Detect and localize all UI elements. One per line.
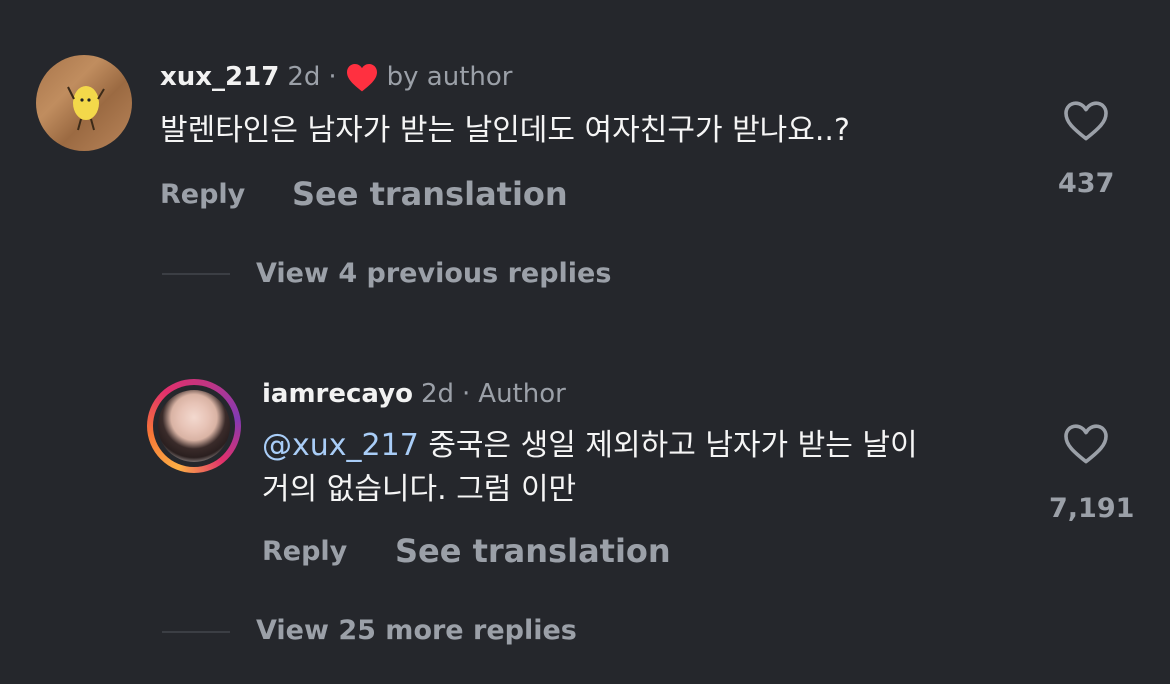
see-translation-button[interactable]: See translation — [292, 175, 568, 213]
separator-dot: · — [328, 62, 337, 92]
heart-outline-icon — [1062, 424, 1110, 469]
comment-header: xux_217 2d · by author — [160, 62, 512, 92]
reply-text-line1: 중국은 생일 제외하고 남자가 받는 날이 — [418, 428, 918, 463]
red-heart-icon — [345, 62, 379, 92]
heart-outline-icon — [1062, 101, 1110, 146]
reply-text: @xux_217 중국은 생일 제외하고 남자가 받는 날이 거의 없습니다. … — [262, 424, 1042, 512]
divider-line — [162, 273, 230, 275]
avatar-iamrecayo[interactable] — [158, 390, 230, 462]
comment-text: 발렌타인은 남자가 받는 날인데도 여자친구가 받나요..? — [160, 113, 850, 148]
reply-username[interactable]: iamrecayo — [262, 379, 413, 409]
potato-character-icon — [67, 86, 105, 131]
author-label: Author — [478, 379, 566, 409]
like-button[interactable] — [1062, 98, 1110, 146]
reply-button[interactable]: Reply — [262, 536, 347, 567]
mention-link[interactable]: @xux_217 — [262, 428, 419, 463]
comment-username[interactable]: xux_217 — [160, 62, 279, 92]
reply-time: 2d — [420, 379, 455, 409]
reply-button[interactable]: Reply — [160, 179, 245, 210]
reply-header: iamrecayo 2d · Author — [262, 379, 566, 409]
avatar-xux-217[interactable] — [36, 55, 132, 151]
liked-by-author-label: by author — [386, 62, 513, 92]
reply-text-line2: 거의 없습니다. 그럼 이만 — [262, 472, 577, 507]
like-button[interactable] — [1062, 421, 1110, 469]
see-translation-button[interactable]: See translation — [395, 532, 671, 570]
like-count: 437 — [1058, 168, 1115, 199]
view-previous-replies-button[interactable]: View 4 previous replies — [256, 258, 611, 289]
comment-time: 2d — [287, 62, 321, 92]
view-more-replies-button[interactable]: View 25 more replies — [256, 615, 577, 646]
divider-line — [162, 631, 230, 633]
separator-dot: · — [462, 379, 471, 409]
like-count: 7,191 — [1049, 493, 1135, 524]
